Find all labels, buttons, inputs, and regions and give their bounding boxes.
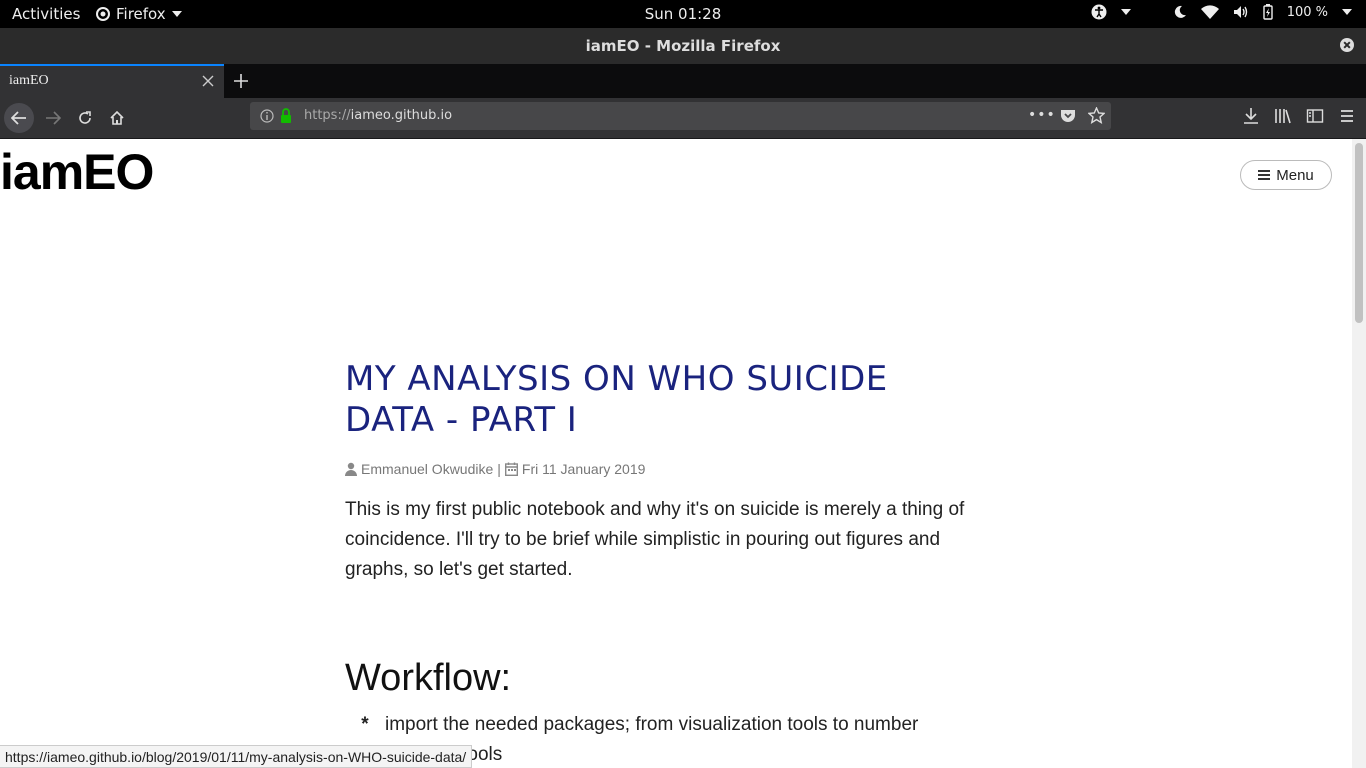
pocket-icon[interactable]: [1060, 108, 1076, 123]
post-title[interactable]: MY ANALYSIS ON WHO SUICIDE DATA - PART I: [345, 359, 985, 441]
window-title-bar: iamEO - Mozilla Firefox: [0, 28, 1366, 64]
page-viewport: iamEO Menu MY ANALYSIS ON WHO SUICIDE DA…: [0, 139, 1352, 768]
meta-separator: |: [497, 461, 501, 477]
url-scheme: https://: [304, 108, 351, 123]
section-heading: Workflow:: [345, 657, 512, 699]
accessibility-icon[interactable]: [1091, 4, 1107, 20]
app-menu[interactable]: Firefox: [96, 5, 182, 23]
toolbar-icons: [1242, 107, 1356, 125]
post-author: Emmanuel Okwudike: [361, 461, 494, 477]
post-intro: This is my first public notebook and why…: [345, 499, 965, 580]
home-button[interactable]: [102, 103, 132, 133]
new-tab-button[interactable]: [230, 70, 252, 92]
tab-iameo[interactable]: iamEO: [0, 64, 224, 98]
window-title: iamEO - Mozilla Firefox: [585, 37, 781, 55]
scrollbar-thumb[interactable]: [1355, 143, 1363, 323]
night-light-icon: [1174, 5, 1186, 18]
battery-percentage: 100 %: [1286, 4, 1328, 20]
page-scrollbar[interactable]: [1352, 139, 1366, 768]
library-icon[interactable]: [1274, 107, 1292, 125]
window-close-icon[interactable]: [1340, 38, 1354, 52]
tab-strip: iamEO: [0, 64, 1366, 98]
clock[interactable]: Sun 01:28: [645, 5, 722, 23]
url-host: iameo.github.io: [350, 108, 453, 123]
forward-button[interactable]: [38, 103, 68, 133]
back-button[interactable]: [4, 103, 34, 133]
status-area[interactable]: 100 %: [1091, 4, 1352, 20]
chevron-down-icon: [1120, 9, 1131, 15]
link-status-bar: https://iameo.github.io/blog/2019/01/11/…: [0, 745, 473, 768]
hamburger-icon: [1258, 170, 1271, 180]
page-actions-icon[interactable]: •••: [1028, 107, 1056, 123]
hamburger-menu-icon[interactable]: [1338, 107, 1356, 125]
menu-button[interactable]: Menu: [1240, 160, 1332, 190]
user-icon: [345, 462, 357, 476]
arrow-left-icon: [11, 111, 26, 125]
post-date: Fri 11 January 2019: [521, 461, 646, 477]
plus-icon: [234, 74, 248, 88]
reload-icon: [79, 111, 91, 124]
sidebar-icon[interactable]: [1306, 107, 1324, 125]
app-menu-label: Firefox: [116, 5, 166, 23]
lock-icon[interactable]: [280, 108, 292, 123]
battery-icon: [1262, 4, 1273, 20]
chevron-down-icon: [171, 11, 182, 17]
firefox-icon: [96, 7, 110, 21]
chevron-down-icon: [1342, 9, 1352, 15]
activities-button[interactable]: Activities: [12, 5, 80, 23]
post-meta: Emmanuel Okwudike | Fri 11 January 2019: [345, 461, 985, 477]
article: MY ANALYSIS ON WHO SUICIDE DATA - PART I…: [345, 359, 985, 768]
home-icon: [110, 110, 124, 125]
system-top-bar: Activities Firefox Sun 01:28 100 %: [0, 0, 1366, 28]
bookmark-star-icon[interactable]: [1088, 107, 1105, 124]
wifi-icon: [1200, 5, 1219, 19]
arrow-right-icon: [46, 111, 61, 125]
menu-button-label: Menu: [1276, 166, 1314, 184]
navigation-toolbar: https://iameo.github.io •••: [0, 98, 1366, 139]
url-text[interactable]: https://iameo.github.io: [304, 108, 452, 123]
tab-close-icon[interactable]: [202, 75, 214, 87]
volume-icon: [1233, 6, 1247, 18]
url-bar[interactable]: https://iameo.github.io •••: [250, 102, 1111, 130]
info-icon[interactable]: [260, 109, 274, 123]
site-brand[interactable]: iamEO: [0, 143, 154, 201]
calendar-icon: [504, 462, 518, 476]
reload-button[interactable]: [70, 103, 100, 133]
tab-title: iamEO: [9, 73, 49, 88]
download-icon[interactable]: [1242, 107, 1260, 125]
